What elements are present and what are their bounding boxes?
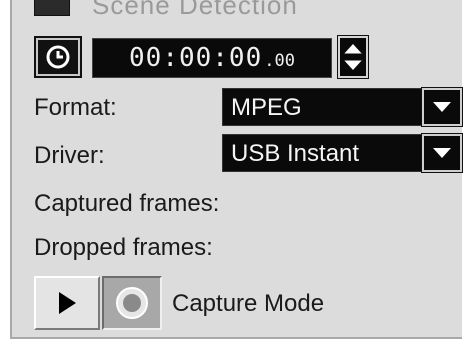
- timecode-main: 00:00:00: [129, 43, 263, 73]
- clock-icon: [46, 45, 70, 69]
- timer-button[interactable]: [34, 36, 82, 78]
- capture-panel: Scene Detection 00:00:00 .00 Format: MPE…: [10, 0, 463, 339]
- chevron-down-icon: [433, 148, 451, 158]
- driver-label: Driver:: [34, 142, 105, 169]
- captured-frames-label: Captured frames:: [34, 190, 220, 217]
- format-dropdown-button[interactable]: [421, 87, 463, 127]
- dropped-frames-label: Dropped frames:: [34, 234, 213, 261]
- scene-detection-label: Scene Detection: [92, 0, 298, 20]
- scene-detection-row: Scene Detection: [12, 0, 462, 26]
- driver-select[interactable]: USB Instant: [222, 133, 463, 173]
- format-value[interactable]: MPEG: [222, 88, 422, 126]
- format-select[interactable]: MPEG: [222, 87, 463, 127]
- timecode-frames: .00: [264, 51, 295, 71]
- play-icon: [59, 292, 76, 314]
- driver-value[interactable]: USB Instant: [222, 134, 422, 172]
- capture-mode-button[interactable]: [102, 276, 162, 330]
- capture-mode-label: Capture Mode: [172, 290, 325, 317]
- timecode-spinner[interactable]: [337, 35, 369, 79]
- record-icon: [116, 287, 148, 319]
- format-label: Format:: [34, 94, 117, 121]
- driver-dropdown-button[interactable]: [421, 133, 463, 173]
- play-button[interactable]: [34, 276, 100, 330]
- timecode-display[interactable]: 00:00:00 .00: [92, 38, 332, 78]
- chevron-down-icon: [433, 102, 451, 112]
- up-down-arrows-icon: [344, 44, 362, 70]
- scene-detection-checkbox[interactable]: [34, 0, 70, 16]
